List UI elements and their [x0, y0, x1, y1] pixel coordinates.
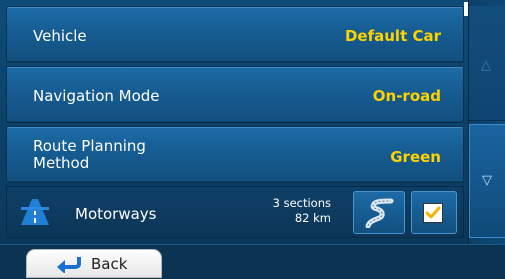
back-arrow-icon — [57, 257, 81, 273]
vehicle-setting-row[interactable]: Vehicle Default Car — [6, 6, 464, 63]
scroll-down-button[interactable]: ▽ — [469, 124, 505, 238]
check-icon — [425, 206, 441, 219]
navigation-mode-label: Navigation Mode — [33, 87, 160, 105]
navigation-mode-row[interactable]: Navigation Mode On-road — [6, 66, 464, 123]
back-label: Back — [91, 255, 128, 273]
route-planning-method-label: Route Planning Method — [33, 138, 146, 172]
vehicle-value: Default Car — [344, 27, 441, 45]
route-planning-method-value: Green — [390, 148, 441, 166]
motorway-icon — [21, 199, 49, 225]
navigation-mode-value: On-road — [372, 87, 441, 105]
motorways-info: 3 sections 82 km — [273, 196, 331, 226]
motorways-label: Motorways — [75, 205, 157, 223]
scroll-up-button[interactable]: △ — [469, 6, 505, 121]
motorways-toggle-button[interactable] — [411, 191, 457, 234]
down-arrow-icon: ▽ — [482, 173, 492, 188]
up-arrow-icon: △ — [481, 58, 491, 73]
vehicle-label: Vehicle — [33, 27, 87, 45]
scroll-position-indicator — [464, 2, 468, 16]
route-planning-label-line2: Method — [33, 154, 90, 172]
motorways-sections: 3 sections — [272, 196, 331, 210]
back-button[interactable]: Back — [26, 249, 162, 278]
show-on-map-button[interactable] — [353, 191, 405, 234]
motorways-distance: 82 km — [294, 211, 331, 225]
road-route-icon — [365, 198, 394, 228]
motorways-checkbox[interactable] — [423, 203, 443, 223]
route-planning-label-line1: Route Planning — [33, 137, 146, 155]
scrollbar[interactable]: △ ▽ — [468, 0, 505, 248]
route-planning-method-row[interactable]: Route Planning Method Green — [6, 126, 464, 183]
motorways-row: Motorways 3 sections 82 km — [6, 186, 464, 238]
